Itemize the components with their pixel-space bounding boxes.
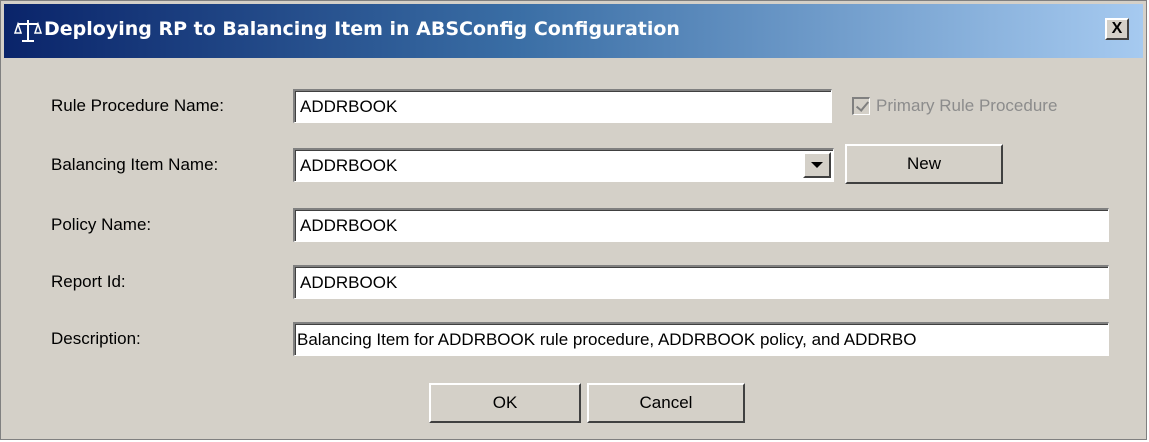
balance-scale-icon <box>14 20 42 42</box>
policy-name-field[interactable]: ADDRBOOK <box>293 208 1109 242</box>
close-button[interactable]: X <box>1105 18 1129 40</box>
balancing-item-value: ADDRBOOK <box>300 156 398 175</box>
policy-name-label: Policy Name: <box>51 215 152 234</box>
title-bar[interactable]: Deploying RP to Balancing Item in ABSCon… <box>4 4 1143 58</box>
report-id-label: Report Id: <box>51 272 126 291</box>
close-icon: X <box>1111 20 1123 37</box>
report-id-field[interactable]: ADDRBOOK <box>293 265 1109 299</box>
ok-button[interactable]: OK <box>429 383 581 423</box>
rule-procedure-label: Rule Procedure Name: <box>51 96 224 115</box>
new-button[interactable]: New <box>845 144 1003 184</box>
chevron-down-icon <box>811 162 823 168</box>
dialog-window: Deploying RP to Balancing Item in ABSCon… <box>0 0 1147 440</box>
description-field[interactable]: Balancing Item for ADDRBOOK rule procedu… <box>293 322 1109 356</box>
cancel-button[interactable]: Cancel <box>587 383 745 423</box>
dropdown-arrow-button[interactable] <box>803 152 831 178</box>
balancing-item-select[interactable]: ADDRBOOK <box>293 148 834 182</box>
checkbox-box[interactable] <box>852 97 870 115</box>
balancing-item-label: Balancing Item Name: <box>51 155 219 174</box>
primary-rule-procedure-checkbox[interactable]: Primary Rule Procedure <box>852 96 1057 116</box>
dialog-title: Deploying RP to Balancing Item in ABSCon… <box>44 18 680 40</box>
primary-rule-procedure-label: Primary Rule Procedure <box>876 96 1058 115</box>
rule-procedure-field[interactable]: ADDRBOOK <box>293 89 832 123</box>
checkmark-icon <box>855 98 870 112</box>
description-label: Description: <box>51 329 141 348</box>
